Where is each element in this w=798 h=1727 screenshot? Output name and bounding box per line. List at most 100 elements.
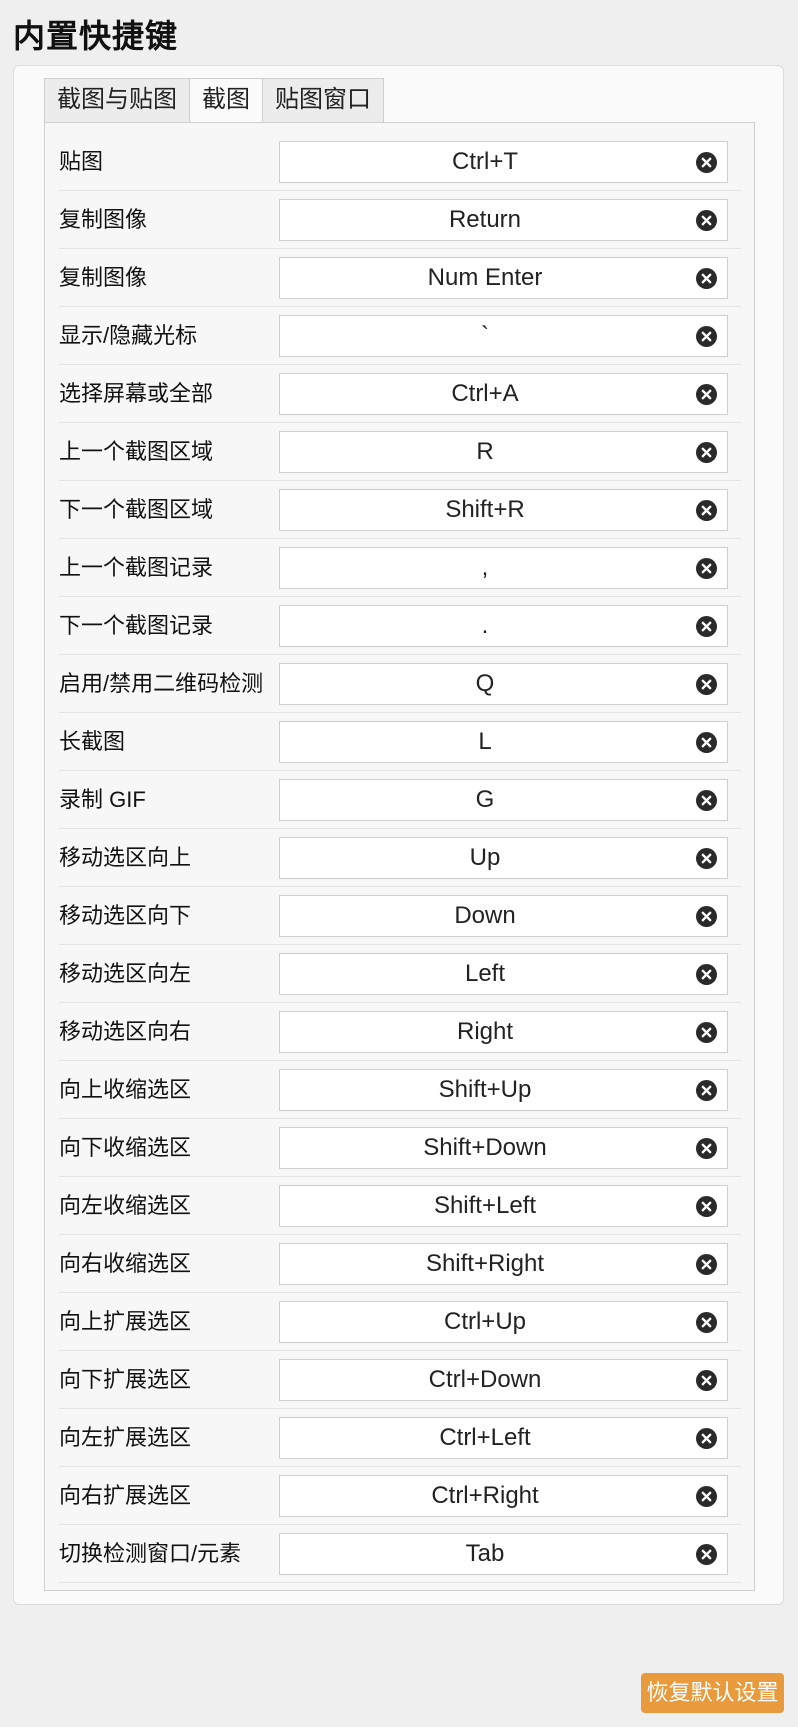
close-circle-icon[interactable] xyxy=(696,500,717,521)
shortcut-key-input[interactable]: G xyxy=(279,779,728,821)
shortcut-row: 移动选区向上 Up xyxy=(59,829,741,887)
shortcut-row: 向右收缩选区 Shift+Right xyxy=(59,1235,741,1293)
restore-defaults-button[interactable]: 恢复默认设置 xyxy=(641,1673,784,1713)
close-circle-icon[interactable] xyxy=(696,1138,717,1159)
close-circle-icon[interactable] xyxy=(696,210,717,231)
shortcut-key-value: Tab xyxy=(465,1540,505,1567)
shortcut-key-value: Down xyxy=(454,902,516,929)
shortcut-label: 显示/隐藏光标 xyxy=(59,323,198,348)
shortcut-label: 向左扩展选区 xyxy=(59,1425,192,1450)
shortcut-key-value: Ctrl+A xyxy=(451,380,519,407)
shortcut-label: 下一个截图记录 xyxy=(59,613,214,638)
close-circle-icon[interactable] xyxy=(696,1486,717,1507)
shortcut-key-input[interactable]: Shift+Down xyxy=(279,1127,728,1169)
close-circle-icon[interactable] xyxy=(696,848,717,869)
shortcut-key-input[interactable]: Ctrl+T xyxy=(279,141,728,183)
shortcut-row: 录制 GIF G xyxy=(59,771,741,829)
shortcut-row: 向下收缩选区 Shift+Down xyxy=(59,1119,741,1177)
close-circle-icon[interactable] xyxy=(696,732,717,753)
close-circle-icon[interactable] xyxy=(696,1080,717,1101)
shortcut-key-input[interactable]: Right xyxy=(279,1011,728,1053)
close-circle-icon[interactable] xyxy=(696,964,717,985)
shortcut-key-value: Ctrl+Up xyxy=(443,1308,527,1335)
shortcut-key-input[interactable]: L xyxy=(279,721,728,763)
close-circle-icon[interactable] xyxy=(696,1312,717,1333)
shortcut-key-input[interactable]: Ctrl+Down xyxy=(279,1359,728,1401)
shortcut-label: 录制 GIF xyxy=(59,787,146,812)
close-circle-icon[interactable] xyxy=(696,674,717,695)
shortcut-label: 移动选区向右 xyxy=(59,1019,192,1044)
shortcut-row: 选择屏幕或全部 Ctrl+A xyxy=(59,365,741,423)
tab-panel-screenshot: 贴图 Ctrl+T 复制图像 Return 复制图像 Num Enter 显示/隐藏光标 ` 选… xyxy=(44,122,755,1591)
shortcut-label: 移动选区向下 xyxy=(59,903,192,928)
shortcut-key-value: Shift+Right xyxy=(425,1250,545,1277)
close-circle-icon[interactable] xyxy=(696,558,717,579)
shortcut-key-input[interactable]: Shift+Up xyxy=(279,1069,728,1111)
shortcut-key-input[interactable]: Left xyxy=(279,953,728,995)
shortcut-label: 移动选区向左 xyxy=(59,961,192,986)
shortcut-key-input[interactable]: Shift+R xyxy=(279,489,728,531)
shortcut-key-input[interactable]: Shift+Right xyxy=(279,1243,728,1285)
shortcut-key-value: Ctrl+Right xyxy=(431,1482,539,1509)
shortcut-label: 贴图 xyxy=(59,149,104,174)
close-circle-icon[interactable] xyxy=(696,616,717,637)
shortcut-key-value: Ctrl+T xyxy=(452,148,518,175)
close-circle-icon[interactable] xyxy=(696,326,717,347)
shortcut-key-value: Shift+Up xyxy=(438,1076,532,1103)
page-title: 内置快捷键 xyxy=(13,18,179,54)
close-circle-icon[interactable] xyxy=(696,1544,717,1565)
shortcut-row: 向上扩展选区 Ctrl+Up xyxy=(59,1293,741,1351)
shortcut-key-input[interactable]: Q xyxy=(279,663,728,705)
shortcut-key-value: Q xyxy=(475,670,495,697)
close-circle-icon[interactable] xyxy=(696,1196,717,1217)
close-circle-icon[interactable] xyxy=(696,1254,717,1275)
close-circle-icon[interactable] xyxy=(696,442,717,463)
shortcut-key-input[interactable]: ` xyxy=(279,315,728,357)
shortcut-row: 上一个截图区域 R xyxy=(59,423,741,481)
shortcut-key-input[interactable]: Return xyxy=(279,199,728,241)
shortcut-row: 复制图像 Num Enter xyxy=(59,249,741,307)
shortcut-key-input[interactable]: Shift+Left xyxy=(279,1185,728,1227)
close-circle-icon[interactable] xyxy=(696,1370,717,1391)
close-circle-icon[interactable] xyxy=(696,384,717,405)
shortcut-label: 切换检测窗口/元素 xyxy=(59,1541,242,1566)
shortcut-key-input[interactable]: Ctrl+Up xyxy=(279,1301,728,1343)
shortcut-row: 切换检测窗口/元素 Tab xyxy=(59,1525,741,1583)
shortcut-key-input[interactable]: R xyxy=(279,431,728,473)
shortcut-key-value: . xyxy=(481,612,489,639)
shortcut-key-input[interactable]: . xyxy=(279,605,728,647)
shortcut-key-input[interactable]: , xyxy=(279,547,728,589)
tab-screenshot-and-pin[interactable]: 截图与贴图 xyxy=(44,78,190,122)
shortcut-key-input[interactable]: Ctrl+Right xyxy=(279,1475,728,1517)
shortcut-row: 向左收缩选区 Shift+Left xyxy=(59,1177,741,1235)
close-circle-icon[interactable] xyxy=(696,268,717,289)
shortcut-label: 向左收缩选区 xyxy=(59,1193,192,1218)
shortcut-row: 贴图 Ctrl+T xyxy=(59,133,741,191)
shortcut-label: 复制图像 xyxy=(59,265,148,290)
shortcut-key-value: Left xyxy=(464,960,506,987)
shortcut-key-input[interactable]: Ctrl+A xyxy=(279,373,728,415)
close-circle-icon[interactable] xyxy=(696,1022,717,1043)
shortcut-key-input[interactable]: Up xyxy=(279,837,728,879)
close-circle-icon[interactable] xyxy=(696,1428,717,1449)
shortcut-row: 移动选区向左 Left xyxy=(59,945,741,1003)
shortcut-key-value: Shift+Left xyxy=(433,1192,537,1219)
shortcut-key-input[interactable]: Ctrl+Left xyxy=(279,1417,728,1459)
shortcut-key-value: Return xyxy=(448,206,522,233)
shortcut-key-value: G xyxy=(475,786,495,813)
close-circle-icon[interactable] xyxy=(696,906,717,927)
shortcut-key-input[interactable]: Num Enter xyxy=(279,257,728,299)
close-circle-icon[interactable] xyxy=(696,790,717,811)
shortcut-key-input[interactable]: Down xyxy=(279,895,728,937)
shortcut-row: 启用/禁用二维码检测 Q xyxy=(59,655,741,713)
shortcut-row: 复制图像 Return xyxy=(59,191,741,249)
tab-pin-window[interactable]: 贴图窗口 xyxy=(262,78,384,122)
shortcut-label: 长截图 xyxy=(59,729,126,754)
close-circle-icon[interactable] xyxy=(696,152,717,173)
shortcut-key-value: , xyxy=(481,554,489,581)
shortcut-row: 显示/隐藏光标 ` xyxy=(59,307,741,365)
shortcut-key-input[interactable]: Tab xyxy=(279,1533,728,1575)
tab-screenshot[interactable]: 截图 xyxy=(189,78,263,124)
shortcut-label: 移动选区向上 xyxy=(59,845,192,870)
shortcut-label: 上一个截图区域 xyxy=(59,439,214,464)
